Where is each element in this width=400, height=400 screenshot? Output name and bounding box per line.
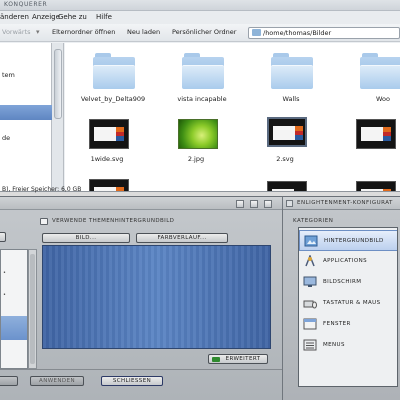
gradient-button[interactable]: FARBVERLAUF... [136,233,228,243]
folder-icon [271,53,313,89]
image-thumbnail [267,117,307,147]
location-path: /home/thomas/Bilder [263,29,332,37]
menu-view[interactable]: Anzeige [32,13,60,21]
advanced-icon [212,357,220,362]
file-name: 2.jpg [187,155,205,163]
category-windows[interactable]: FENSTER [299,314,397,335]
file-grid: Velvet_by_Delta909 vista incapable Walls… [65,43,400,191]
toolbar: Vorwärts ▾ Elternordner öffnen Neu laden… [0,24,400,42]
menu-help[interactable]: Hilfe [96,13,112,21]
category-screen[interactable]: BILDSCHIRM [299,272,397,293]
wallpaper-icon [304,235,318,247]
category-label: MENUS [323,342,345,348]
config-titlebar[interactable]: ENLIGHTENMENT-KONFIGURAT [283,197,400,210]
menu-bar: änderen Anzeige Gehe zu Hilfe [0,11,400,24]
parent-folder-button[interactable]: Elternordner öffnen [52,28,115,36]
image-file-item[interactable] [336,119,400,177]
home-folder-button[interactable]: Persönlicher Ordner [172,28,236,36]
sidebar-item[interactable]: tem [0,69,52,81]
config-title: ENLIGHTENMENT-KONFIGURAT [297,200,393,206]
image-file-item[interactable] [247,181,323,191]
dialog-titlebar[interactable]: B), Freier Speicher: 6,0 GB [0,186,282,210]
window-title: KONQUERER [4,1,48,8]
category-label: HINTERGRUNDBILD [324,238,384,244]
folder-icon [360,53,400,89]
file-name: 1wide.svg [90,155,124,163]
category-keyboard-mouse[interactable]: TASTATUR & MAUS [299,293,397,314]
category-label: BILDSCHIRM [323,279,362,285]
keyboard-icon [303,300,317,309]
file-manager-window: KONQUERER änderen Anzeige Gehe zu Hilfe … [0,0,400,192]
status-text: B), Freier Speicher: 6,0 GB [2,186,82,193]
maximize-button[interactable] [250,200,258,208]
sidebar-item-selected[interactable] [0,105,52,120]
list-item-selected[interactable] [1,316,27,340]
image-file-item[interactable]: 2.jpg [158,119,234,177]
partial-button[interactable] [0,376,18,386]
image-file-item[interactable]: 1wide.svg [69,119,145,177]
minimize-button[interactable] [236,200,244,208]
category-menus[interactable]: MENUS [299,335,397,356]
config-panel: ENLIGHTENMENT-KONFIGURAT KATEGORIEN HINT… [282,196,400,400]
back-button[interactable]: Vorwärts [2,28,31,36]
sidebar-scrollbar[interactable] [52,43,64,191]
folder-item[interactable]: Walls [253,49,329,107]
folder-icon [182,53,224,89]
list-scrollbar[interactable] [28,249,37,369]
image-thumbnail [178,119,218,149]
file-name: vista incapable [177,95,227,103]
categories-label: KATEGORIEN [293,218,334,224]
window-titlebar[interactable]: KONQUERER [0,0,400,11]
wallpaper-preview [42,245,271,349]
folder-icon [252,29,261,36]
theme-wallpaper-label: VERWENDE THEMENHINTERGRUNDBILD [52,218,175,224]
category-label: TASTATUR & MAUS [323,300,381,306]
advanced-button[interactable]: ERWEITERT [208,354,268,364]
wallpaper-list[interactable]: • • [0,249,28,369]
image-thumbnail [356,181,396,191]
menu-icon [303,339,317,351]
folder-icon [93,53,135,89]
screen-icon [303,276,317,287]
file-name: Velvet_by_Delta909 [80,95,146,103]
theme-wallpaper-checkbox[interactable] [40,218,48,225]
file-name: 2.svg [276,155,294,163]
menu-edit[interactable]: änderen [0,13,29,21]
category-label: FENSTER [323,321,351,327]
folder-item[interactable]: vista incapable [164,49,240,107]
scrollbar-thumb[interactable] [54,49,62,119]
wallpaper-dialog: B), Freier Speicher: 6,0 GB • • VERWENDE… [0,186,282,400]
reload-button[interactable]: Neu laden [127,28,160,36]
divider [0,369,282,370]
file-name: Walls [282,95,300,103]
applications-icon [305,255,315,267]
category-wallpaper[interactable]: HINTERGRUNDBILD [299,230,397,251]
apply-button[interactable]: ANWENDEN [30,376,84,386]
location-input[interactable]: /home/thomas/Bilder [248,27,400,39]
close-dialog-button[interactable]: SCHLIESSEN [101,376,163,386]
image-thumbnail [267,181,307,191]
close-button[interactable] [264,200,272,208]
sidebar-item[interactable]: de [0,132,52,144]
dropdown-arrow-icon[interactable]: ▾ [36,28,40,36]
folder-item[interactable]: Velvet_by_Delta909 [75,49,151,107]
folder-item[interactable]: Woo [342,49,400,107]
file-name: Woo [376,95,390,103]
window-icon [303,318,317,330]
image-thumbnail [356,119,396,149]
image-thumbnail [89,119,129,149]
window-menu-icon[interactable] [286,200,293,207]
image-file-item[interactable] [336,181,400,191]
picture-button[interactable]: BILD... [42,233,130,243]
image-file-item[interactable]: 2.svg [247,117,323,175]
menu-go[interactable]: Gehe zu [58,13,87,21]
category-label: APPLICATIONS [323,258,367,264]
category-applications[interactable]: APPLICATIONS [299,251,397,272]
image-thumbnail [89,179,129,191]
categories-list: HINTERGRUNDBILD APPLICATIONS BILDSCHIRM … [298,227,398,387]
sidebar: tem de [0,43,52,191]
partial-button[interactable] [0,232,6,242]
